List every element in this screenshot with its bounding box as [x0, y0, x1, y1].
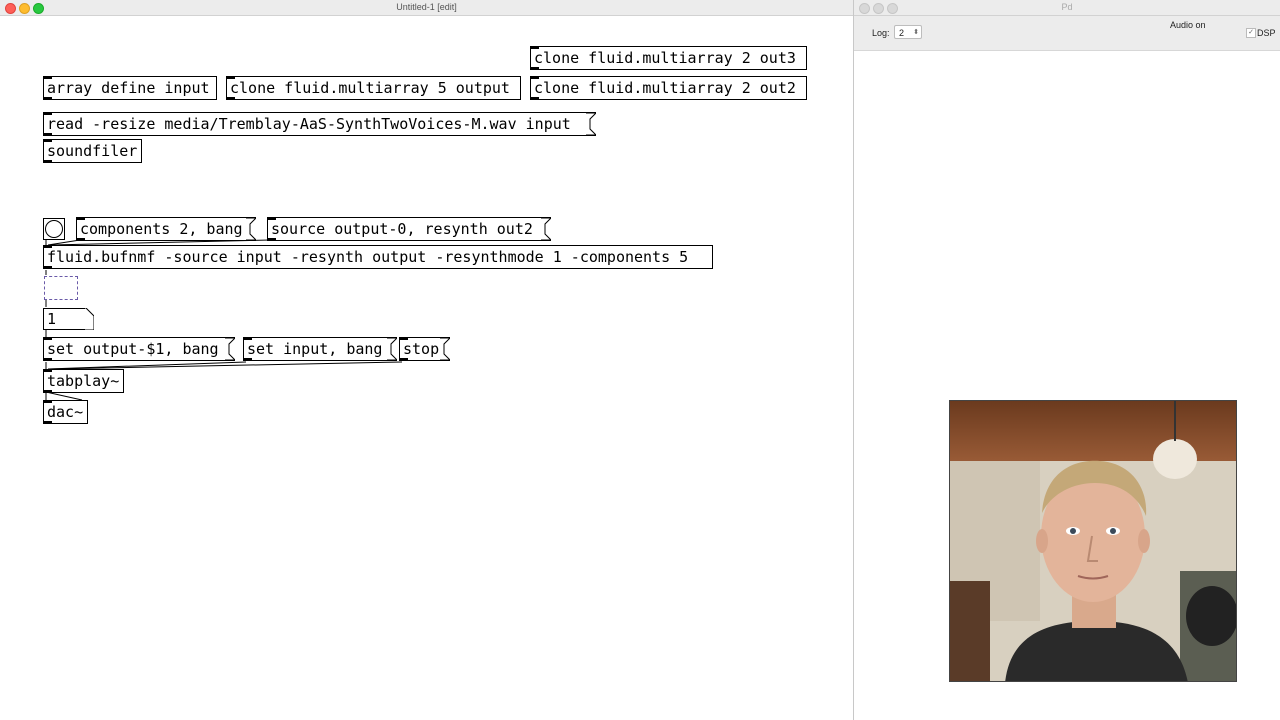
set-output-message-label: set output-$1, bang: [47, 340, 219, 358]
clone-output-object[interactable]: clone fluid.multiarray 5 output: [226, 76, 521, 100]
close-window-button[interactable]: [5, 3, 16, 14]
patch-window: Untitled-1 [edit] clone fluid.multiarray…: [0, 0, 854, 720]
zoom-window-button[interactable]: [887, 3, 898, 14]
stop-message[interactable]: stop: [399, 337, 450, 361]
console-window-title: Pd: [1061, 2, 1073, 12]
clone-out3-object[interactable]: clone fluid.multiarray 2 out3: [530, 46, 807, 70]
tabplay-object[interactable]: tabplay~: [43, 369, 124, 393]
message-flag-icon: [387, 338, 397, 360]
number-box-value: 1: [47, 310, 57, 328]
components-message[interactable]: components 2, bang: [76, 217, 256, 241]
cord-stop-to-tabplay[interactable]: [49, 361, 403, 370]
message-flag-icon: [440, 338, 450, 360]
message-flag-icon: [586, 113, 596, 135]
message-flag-icon: [541, 218, 551, 240]
minimize-window-button[interactable]: [19, 3, 30, 14]
patch-window-title: Untitled-1 [edit]: [396, 2, 457, 12]
stop-message-label: stop: [403, 340, 440, 358]
components-message-label: components 2, bang: [80, 220, 243, 238]
dsp-checkbox[interactable]: ✓: [1246, 28, 1256, 38]
console-titlebar[interactable]: Pd: [854, 0, 1280, 16]
close-window-button[interactable]: [859, 3, 870, 14]
log-level-value: 2: [899, 28, 905, 38]
read-message[interactable]: read -resize media/Tremblay-AaS-SynthTwo…: [43, 112, 596, 136]
set-output-message[interactable]: set output-$1, bang: [43, 337, 235, 361]
dac-object[interactable]: dac~: [43, 400, 88, 424]
set-input-message-label: set input, bang: [247, 340, 383, 358]
message-flag-icon: [246, 218, 256, 240]
number-corner-icon: [84, 308, 94, 330]
bang-circle-icon: [45, 220, 63, 238]
source-resynth-message[interactable]: source output-0, resynth out2: [267, 217, 551, 241]
stepper-arrows-icon: ⬍: [913, 29, 919, 36]
soundfiler-object[interactable]: soundfiler: [43, 139, 142, 163]
minimize-window-button[interactable]: [873, 3, 884, 14]
zoom-window-button[interactable]: [33, 3, 44, 14]
bang-button[interactable]: [43, 218, 65, 240]
source-resynth-message-label: source output-0, resynth out2: [271, 220, 533, 238]
number-box[interactable]: 1: [43, 308, 94, 330]
message-flag-icon: [225, 338, 235, 360]
cord-tabplay-to-dac-right[interactable]: [45, 391, 83, 401]
cord-set-input-to-tabplay[interactable]: [47, 361, 247, 370]
set-input-message[interactable]: set input, bang: [243, 337, 397, 361]
read-message-label: read -resize media/Tremblay-AaS-SynthTwo…: [47, 115, 571, 133]
fluid-bufnmf-object[interactable]: fluid.bufnmf -source input -resynth outp…: [43, 245, 713, 269]
patch-canvas[interactable]: clone fluid.multiarray 2 out3 array defi…: [0, 16, 853, 720]
webcam-person-image: [950, 401, 1236, 681]
clone-out2-object[interactable]: clone fluid.multiarray 2 out2: [530, 76, 807, 100]
webcam-overlay: [949, 400, 1237, 682]
audio-status: Audio on: [1170, 20, 1206, 30]
log-label: Log:: [872, 28, 890, 38]
dsp-label: DSP: [1257, 28, 1276, 38]
array-define-object[interactable]: array define input: [43, 76, 217, 100]
new-object-placeholder[interactable]: [44, 276, 78, 300]
console-toolbar: Log: 2 ⬍ Audio on ✓ DSP: [854, 16, 1280, 51]
patch-titlebar[interactable]: Untitled-1 [edit]: [0, 0, 853, 16]
log-level-select[interactable]: 2 ⬍: [894, 25, 922, 39]
